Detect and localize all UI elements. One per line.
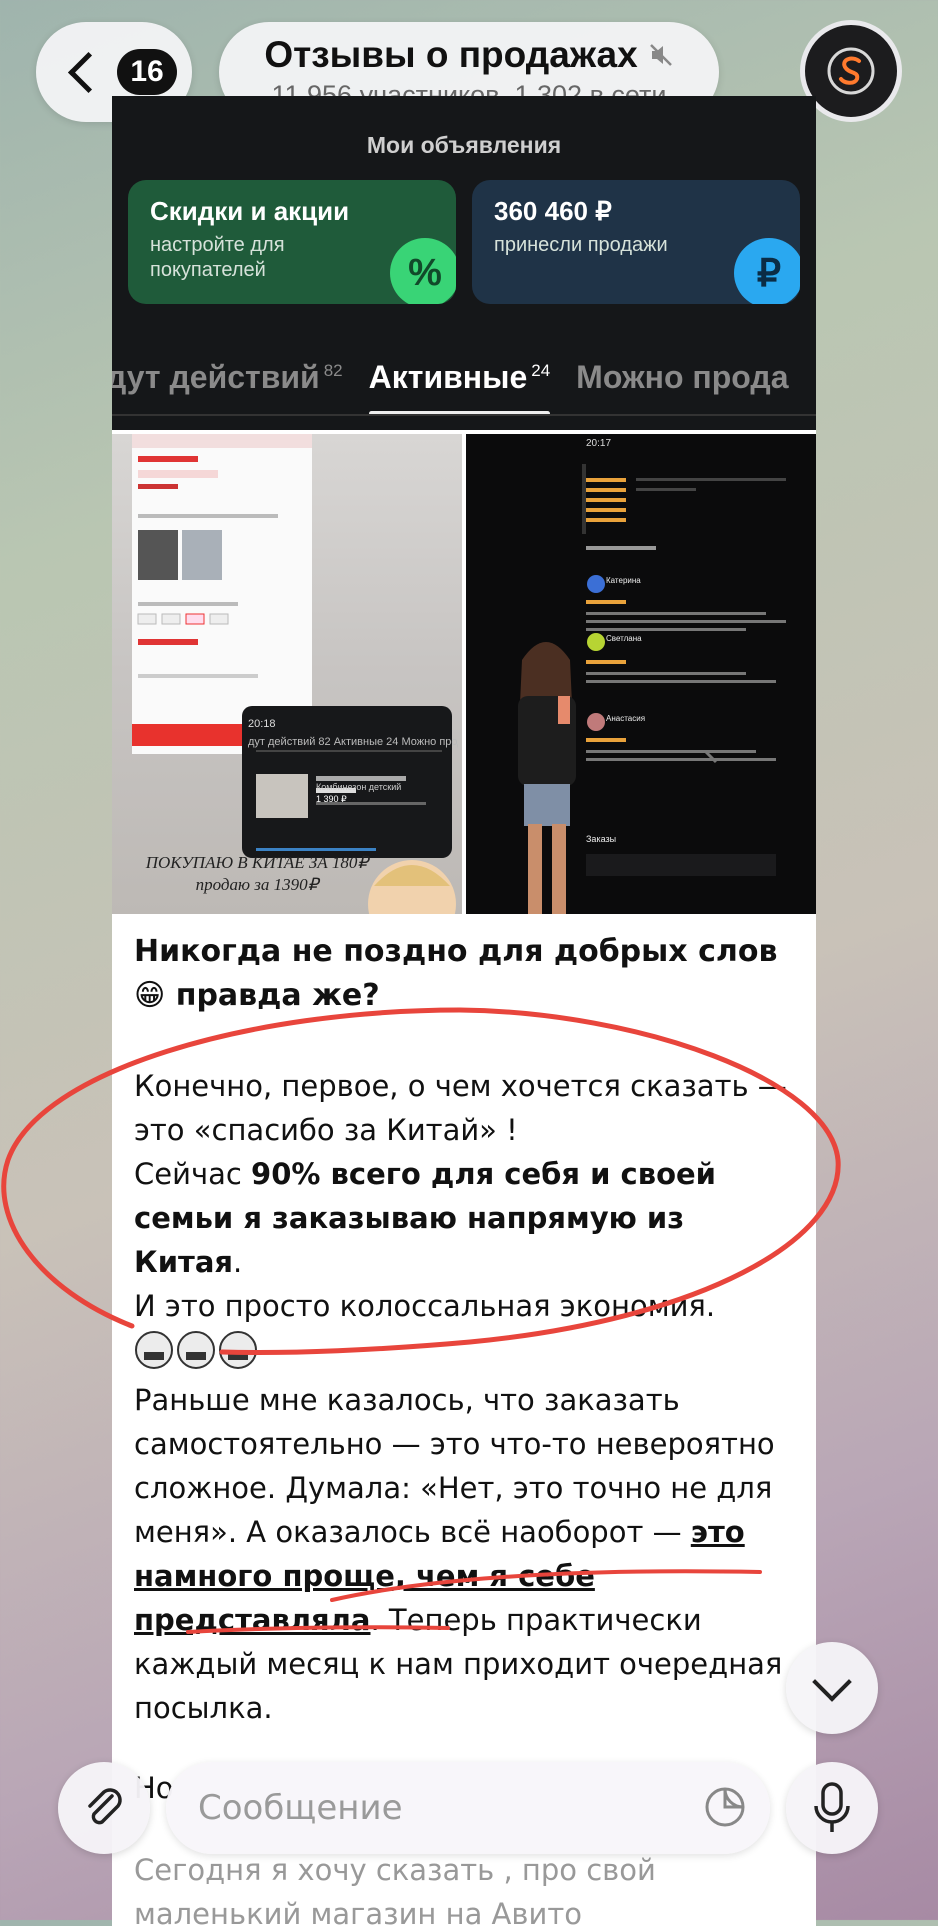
p1-intro: Конечно, первое, о чем хочется сказать —… <box>134 1069 787 1147</box>
card-text: принесли продажи <box>494 234 668 256</box>
reviewer-2: Светлана <box>606 634 642 643</box>
chevron-down-icon <box>812 1662 852 1702</box>
photo-caption-1: ПОКУПАЮ В КИТАЕ ЗА 180₽ <box>145 853 369 872</box>
voice-record-button[interactable] <box>786 1762 878 1854</box>
percent-icon: % <box>390 238 456 304</box>
p1-plain: Сейчас <box>134 1157 252 1191</box>
p2-text: Раньше мне казалось, что заказать самост… <box>134 1383 775 1549</box>
card-text: настройте для покупателей <box>150 234 285 281</box>
tab-can-sell: Можно прода <box>576 358 789 395</box>
sticker-icon[interactable] <box>704 1786 746 1828</box>
microphone-icon <box>814 1782 850 1832</box>
discounts-card: Скидки и акции настройте для покупателей… <box>128 180 456 304</box>
inner-item-name: Комбинезон детский <box>316 782 402 792</box>
reviewer-1: Катерина <box>606 576 641 585</box>
reviewer-3: Анастасия <box>606 714 646 723</box>
panel-title: Мои объявления <box>366 132 562 158</box>
message-input[interactable] <box>196 1787 660 1829</box>
paperclip-icon <box>88 1788 122 1825</box>
p1-end: . <box>233 1245 243 1279</box>
muted-icon <box>648 42 674 68</box>
attach-button[interactable] <box>58 1762 150 1854</box>
inner-time: 20:18 <box>248 718 276 730</box>
tab-active: Активные 24 <box>368 359 551 416</box>
tab-pending: дут действий 82 <box>112 358 343 395</box>
chevron-left-icon <box>67 51 110 93</box>
orders-label: Заказы <box>586 834 617 844</box>
sales-card: 360 460 ₽ принесли продажи ₽ <box>472 180 800 304</box>
card-title: 360 460 ₽ <box>494 196 612 226</box>
message-input-container[interactable] <box>166 1762 770 1854</box>
channel-logo-icon <box>827 47 875 95</box>
p1-economy: И это просто колоссальная экономия. <box>134 1289 716 1323</box>
phone-time: 20:17 <box>586 438 612 449</box>
screenshot-avito-panel: Мои объявления Скидки и акции настройте … <box>112 96 816 430</box>
message-bubble[interactable]: Мои объявления Скидки и акции настройте … <box>112 96 816 1926</box>
message-paragraph-2: Раньше мне казалось, что заказать самост… <box>134 1378 800 1730</box>
card-title: Скидки и акции <box>150 196 350 226</box>
ruble-icon: ₽ <box>734 238 800 304</box>
inner-item-price: 1 390 ₽ <box>316 794 347 804</box>
chat-title: Отзывы о продажах <box>264 34 638 75</box>
message-paragraph-1: Конечно, первое, о чем хочется сказать —… <box>134 1064 800 1384</box>
ads-tabs: дут действий 82 Активные 24 Можно прода <box>112 342 816 416</box>
inner-tabs: дут действий 82 Активные 24 Можно прода <box>248 736 458 748</box>
photo-reviews[interactable]: 20:17 Катерина Светлана Анастасия Заказы <box>466 434 816 914</box>
message-paragraph-4: Сегодня я хочу сказать , про свой малень… <box>134 1853 656 1926</box>
scroll-to-bottom-button[interactable] <box>786 1642 878 1734</box>
photo-caption-2: продаю за 1390₽ <box>195 875 319 894</box>
message-heading: Никогда не поздно для добрых слов 😁 прав… <box>134 934 778 1013</box>
laughing-sticker-icons <box>134 1328 258 1384</box>
unread-count-badge: 16 <box>117 49 177 95</box>
divider <box>112 414 816 416</box>
photo-china-purchase[interactable]: 20:18 дут действий 82 Активные 24 Можно … <box>112 434 462 914</box>
